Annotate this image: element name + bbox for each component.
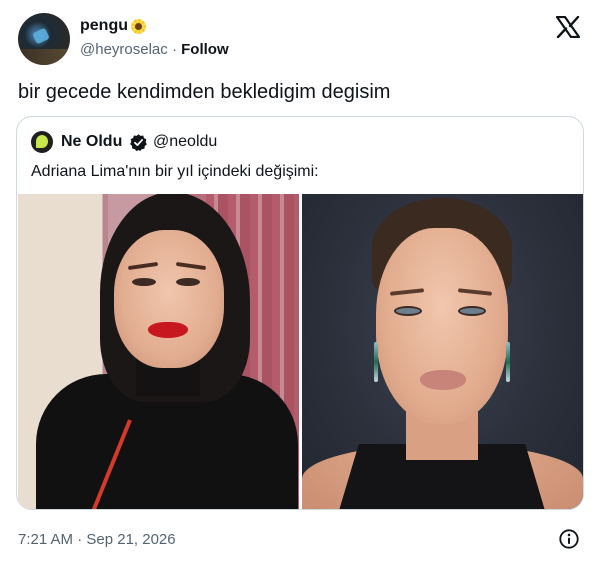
author-name-row[interactable]: pengu: [80, 16, 147, 36]
avatar-highlight: [32, 27, 50, 45]
follow-button[interactable]: Follow: [181, 41, 229, 58]
face: [376, 228, 508, 424]
author-avatar[interactable]: [18, 13, 70, 65]
quoted-avatar[interactable]: [31, 131, 53, 153]
verified-badge-icon: [130, 134, 147, 152]
x-logo-icon[interactable]: [556, 16, 580, 38]
sunflower-icon: [130, 18, 147, 35]
photo-before[interactable]: [18, 194, 299, 509]
right-earring: [506, 342, 510, 382]
lips: [420, 370, 466, 390]
author-display-name[interactable]: pengu: [80, 16, 128, 36]
tweet-text: bir gecede kendimden bekledigim degisim: [18, 81, 391, 103]
quoted-avatar-logo: [36, 135, 48, 148]
quoted-handle[interactable]: @neoldu: [153, 131, 217, 153]
right-eye: [176, 278, 200, 286]
quoted-display-name[interactable]: Ne Oldu: [61, 131, 122, 153]
quoted-text: Adriana Lima'nın bir yıl içindeki değişi…: [31, 163, 319, 180]
face: [114, 230, 224, 368]
author-handle[interactable]: @heyroselac: [80, 41, 168, 58]
left-eye: [132, 278, 156, 286]
avatar-band: [18, 49, 70, 65]
left-eye: [394, 306, 422, 316]
author-handle-row: @heyroselac · Follow: [80, 40, 229, 60]
quoted-tweet[interactable]: Ne Oldu @neoldu Adriana Lima'nın bir yıl…: [16, 116, 584, 510]
red-lips: [148, 322, 188, 338]
tweet-timestamp[interactable]: 7:21 AM · Sep 21, 2026: [18, 530, 176, 550]
left-earring: [374, 342, 378, 382]
right-eye: [458, 306, 486, 316]
info-icon[interactable]: [558, 528, 580, 550]
photo-after[interactable]: [302, 194, 583, 509]
tweet-card: pengu @heyroselac · Follow bir gecede ke…: [0, 0, 600, 570]
separator-dot: ·: [171, 41, 182, 58]
